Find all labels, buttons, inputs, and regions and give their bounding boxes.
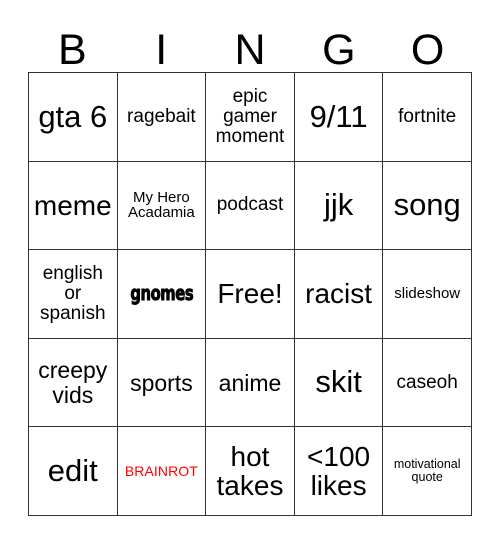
- bingo-cell-r3c4[interactable]: racist: [294, 250, 384, 339]
- bingo-cell-r5c2[interactable]: BRAINROT: [117, 427, 207, 516]
- bingo-cell-r1c5[interactable]: fortnite: [383, 73, 472, 162]
- bingo-cell-label: podcast: [216, 194, 284, 216]
- bingo-cell-r5c5[interactable]: motivational quote: [383, 427, 472, 516]
- bingo-header-row: B I N G O: [28, 18, 472, 72]
- bingo-cell-r2c1[interactable]: meme: [29, 161, 118, 251]
- bingo-grid: gta 6 ragebait epic gamer moment 9/11 fortni…: [28, 72, 472, 516]
- bingo-cell-r3c5[interactable]: slideshow: [383, 250, 472, 339]
- bingo-cell-label: slideshow: [394, 285, 461, 303]
- bingo-cell-label: fortnite: [398, 105, 457, 127]
- bingo-cell-r2c4[interactable]: jjk: [294, 161, 384, 251]
- bingo-cell-label: motivational quote: [393, 457, 461, 485]
- bingo-cell-label: anime: [218, 369, 282, 396]
- bingo-cell-label: hot takes: [216, 440, 284, 502]
- bingo-cell-label: racist: [305, 278, 373, 310]
- bingo-cell-label: epic gamer moment: [215, 85, 285, 147]
- bingo-cell-label: english or spanish: [40, 263, 106, 324]
- bingo-cell-label: meme: [33, 189, 112, 221]
- bingo-cell-label: BRAINROT: [124, 462, 198, 479]
- bingo-cell-label: 9/11: [309, 98, 368, 134]
- bingo-cell-r4c4[interactable]: skit: [294, 338, 384, 428]
- bingo-cell-r4c1[interactable]: creepy vids: [29, 338, 118, 428]
- bingo-cell-label: song: [393, 187, 461, 223]
- bingo-cell-r3c1[interactable]: english or spanish: [29, 250, 118, 339]
- bingo-cell-r2c3[interactable]: podcast: [206, 161, 295, 251]
- bingo-cell-label: My Hero Acadamia: [128, 188, 195, 222]
- bingo-cell-r1c4[interactable]: 9/11: [294, 73, 384, 162]
- bingo-cell-label: creepy vids: [38, 357, 108, 408]
- bingo-cell-r4c3[interactable]: anime: [206, 338, 295, 428]
- bingo-cell-r5c3[interactable]: hot takes: [206, 427, 295, 516]
- bingo-cell-label: gta 6: [38, 98, 108, 134]
- bingo-card: B I N G O gta 6 ragebait epic gamer moment…: [0, 0, 500, 544]
- bingo-cell-r1c1[interactable]: gta 6: [29, 73, 118, 162]
- bingo-header-letter-i: I: [155, 26, 168, 74]
- bingo-cell-r2c5[interactable]: song: [383, 161, 472, 251]
- bingo-cell-label: edit: [47, 452, 98, 488]
- bingo-cell-label: caseoh: [396, 371, 458, 393]
- bingo-cell-label: skit: [315, 364, 362, 400]
- bingo-cell-label: Free!: [217, 278, 283, 310]
- bingo-cell-r4c2[interactable]: sports: [117, 338, 207, 428]
- bingo-cell-r2c2[interactable]: My Hero Acadamia: [117, 161, 207, 251]
- bingo-header-letter-o: O: [410, 26, 445, 74]
- bingo-cell-label: ragebait: [127, 105, 196, 127]
- bingo-cell-label: sports: [130, 369, 193, 396]
- bingo-cell-r5c1[interactable]: edit: [29, 427, 118, 516]
- bingo-cell-r3c3[interactable]: Free!: [206, 250, 295, 339]
- bingo-cell-label: jjk: [323, 187, 354, 223]
- bingo-header-letter-b: B: [58, 26, 87, 74]
- bingo-cell-label: gnomes: [129, 281, 194, 306]
- bingo-header-letter-n: N: [234, 26, 266, 74]
- bingo-cell-r4c5[interactable]: caseoh: [383, 338, 472, 428]
- bingo-header-letter-g: G: [322, 26, 356, 74]
- bingo-cell-r1c2[interactable]: ragebait: [117, 73, 207, 162]
- bingo-cell-r1c3[interactable]: epic gamer moment: [206, 73, 295, 162]
- bingo-cell-label: <100 likes: [307, 440, 371, 502]
- bingo-cell-r3c2[interactable]: gnomes: [117, 250, 207, 339]
- bingo-cell-r5c4[interactable]: <100 likes: [294, 427, 384, 516]
